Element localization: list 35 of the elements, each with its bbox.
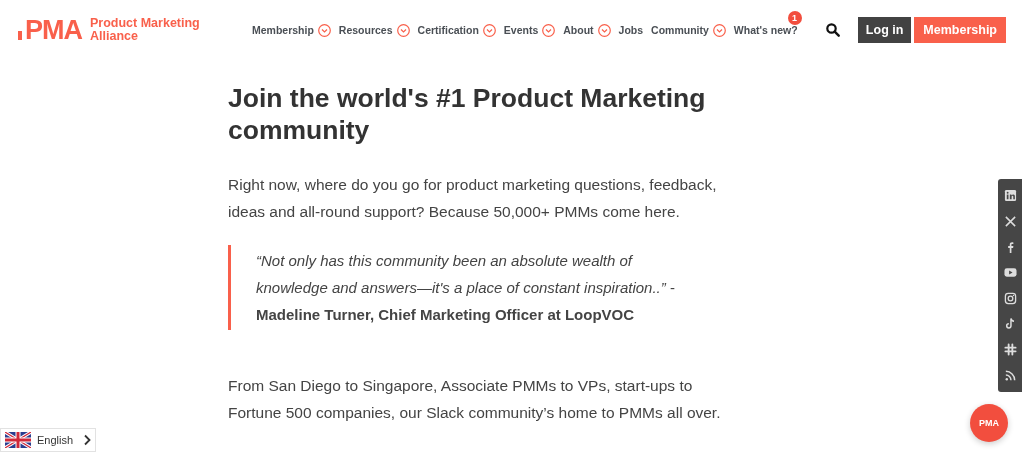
intro-paragraph: Right now, where do you go for product marketing questions, feedback, ideas and all-round support? Because 50,000+ PMMs come here.	[228, 175, 718, 222]
language-label: English	[37, 434, 74, 446]
dropdown-icon[interactable]	[317, 23, 331, 37]
dropdown-icon[interactable]	[396, 23, 410, 37]
body-paragraph: From San Diego to Singapore, Associate PMMs to VPs, start-ups to Fortune 500 companies, our Slack community’s home to PMMs all over.	[228, 376, 722, 423]
language-selector[interactable]: English	[0, 428, 96, 452]
nav-link[interactable]: What's new?	[733, 24, 798, 36]
video-play-icon[interactable]	[1003, 266, 1017, 280]
login-button[interactable]: Log in	[857, 17, 912, 43]
dropdown-icon[interactable]	[597, 23, 611, 37]
x-icon[interactable]	[1003, 214, 1017, 228]
nav-link[interactable]: Certification	[417, 24, 479, 36]
nav-link[interactable]: Events	[503, 24, 539, 36]
nav-link[interactable]: Community	[651, 24, 709, 36]
nav-link[interactable]: Resources	[338, 24, 393, 36]
dropdown-icon[interactable]	[712, 23, 726, 37]
logo-name: Alliance	[90, 30, 139, 43]
chevron-right-icon	[83, 434, 91, 446]
page-heading: Join the world's #1 Product Marketing community	[228, 82, 707, 146]
logo-name: Product Marketing	[90, 17, 200, 30]
hash-grid-icon[interactable]	[1003, 343, 1017, 357]
nav-link[interactable]: About	[563, 24, 594, 36]
rss-icon[interactable]	[1003, 368, 1017, 382]
nav-link[interactable]: Jobs	[618, 24, 644, 36]
chat-button[interactable]: PMA	[970, 404, 1008, 442]
testimonial-quote: “Not only has this community been an absolute wealth of knowledge and answers—it's a place of constant inspiration..” - Madeline Turner, Chief Marketing Officer at LoopVOC	[228, 245, 701, 330]
nav-link[interactable]: Membership	[252, 24, 314, 36]
dropdown-icon[interactable]	[482, 23, 496, 37]
dropdown-icon[interactable]	[542, 23, 556, 37]
linkedin-icon[interactable]	[1003, 189, 1017, 203]
music-note-icon[interactable]	[1003, 317, 1017, 331]
notification-badge: 1	[787, 11, 802, 25]
instagram-icon[interactable]	[1003, 291, 1017, 305]
search-icon[interactable]	[825, 23, 840, 37]
flag-icon	[5, 432, 31, 448]
